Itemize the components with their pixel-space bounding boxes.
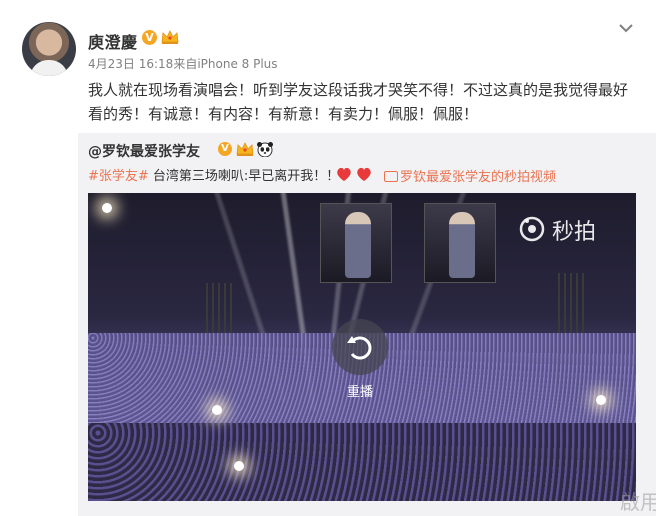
page-watermark: 啟用 xyxy=(620,490,656,514)
weibo-post: 庾澄慶 V 4月23日 16:18来自iPhone 8 Plus 我人就在现场看… xyxy=(0,0,656,516)
replay-label[interactable]: 重播 xyxy=(338,381,382,400)
chevron-down-icon[interactable] xyxy=(618,22,634,34)
miaopai-logo-icon xyxy=(519,216,545,242)
repost-body: 台湾第三场喇叭:早已离开我！！ xyxy=(148,169,340,184)
repost-card: @罗钦最爱张学友 V #张学友# 台湾第三场喇叭:早已离开我！！ 罗钦最爱张学友… xyxy=(78,133,656,516)
crown-icon xyxy=(236,142,254,156)
source-prefix: 来自 xyxy=(173,57,198,71)
repost-username[interactable]: @罗钦最爱张学友 xyxy=(88,141,200,161)
replay-icon xyxy=(347,336,372,360)
avatar[interactable] xyxy=(22,22,76,76)
video-link-label: 罗钦最爱张学友的秒拍视频 xyxy=(400,170,557,185)
video-watermark: 秒拍 xyxy=(552,220,597,245)
video-camera-icon xyxy=(384,171,398,182)
video-link[interactable]: 罗钦最爱张学友的秒拍视频 xyxy=(384,166,556,185)
verified-badge-icon: V xyxy=(142,30,157,45)
repost-text: #张学友# 台湾第三场喇叭:早已离开我！！ xyxy=(88,165,339,185)
heart-emoji-icon xyxy=(337,167,371,181)
post-timestamp[interactable]: 4月23日 16:18 xyxy=(88,57,173,71)
post-username[interactable]: 庾澄慶 xyxy=(88,29,138,53)
post-content: 我人就在现场看演唱会！听到学友这段话我才哭笑不得！不过这真的是我觉得最好看的秀！… xyxy=(88,81,629,123)
post-meta: 4月23日 16:18来自iPhone 8 Plus xyxy=(88,55,278,72)
verified-badge-icon: V xyxy=(218,142,232,156)
panda-emoji-icon xyxy=(257,142,273,157)
video-player[interactable]: 秒拍 重播 xyxy=(88,193,636,501)
topic-link[interactable]: #张学友# xyxy=(88,169,149,184)
crown-icon xyxy=(161,30,179,44)
post-source: iPhone 8 Plus xyxy=(197,57,278,71)
replay-button[interactable] xyxy=(332,319,388,375)
